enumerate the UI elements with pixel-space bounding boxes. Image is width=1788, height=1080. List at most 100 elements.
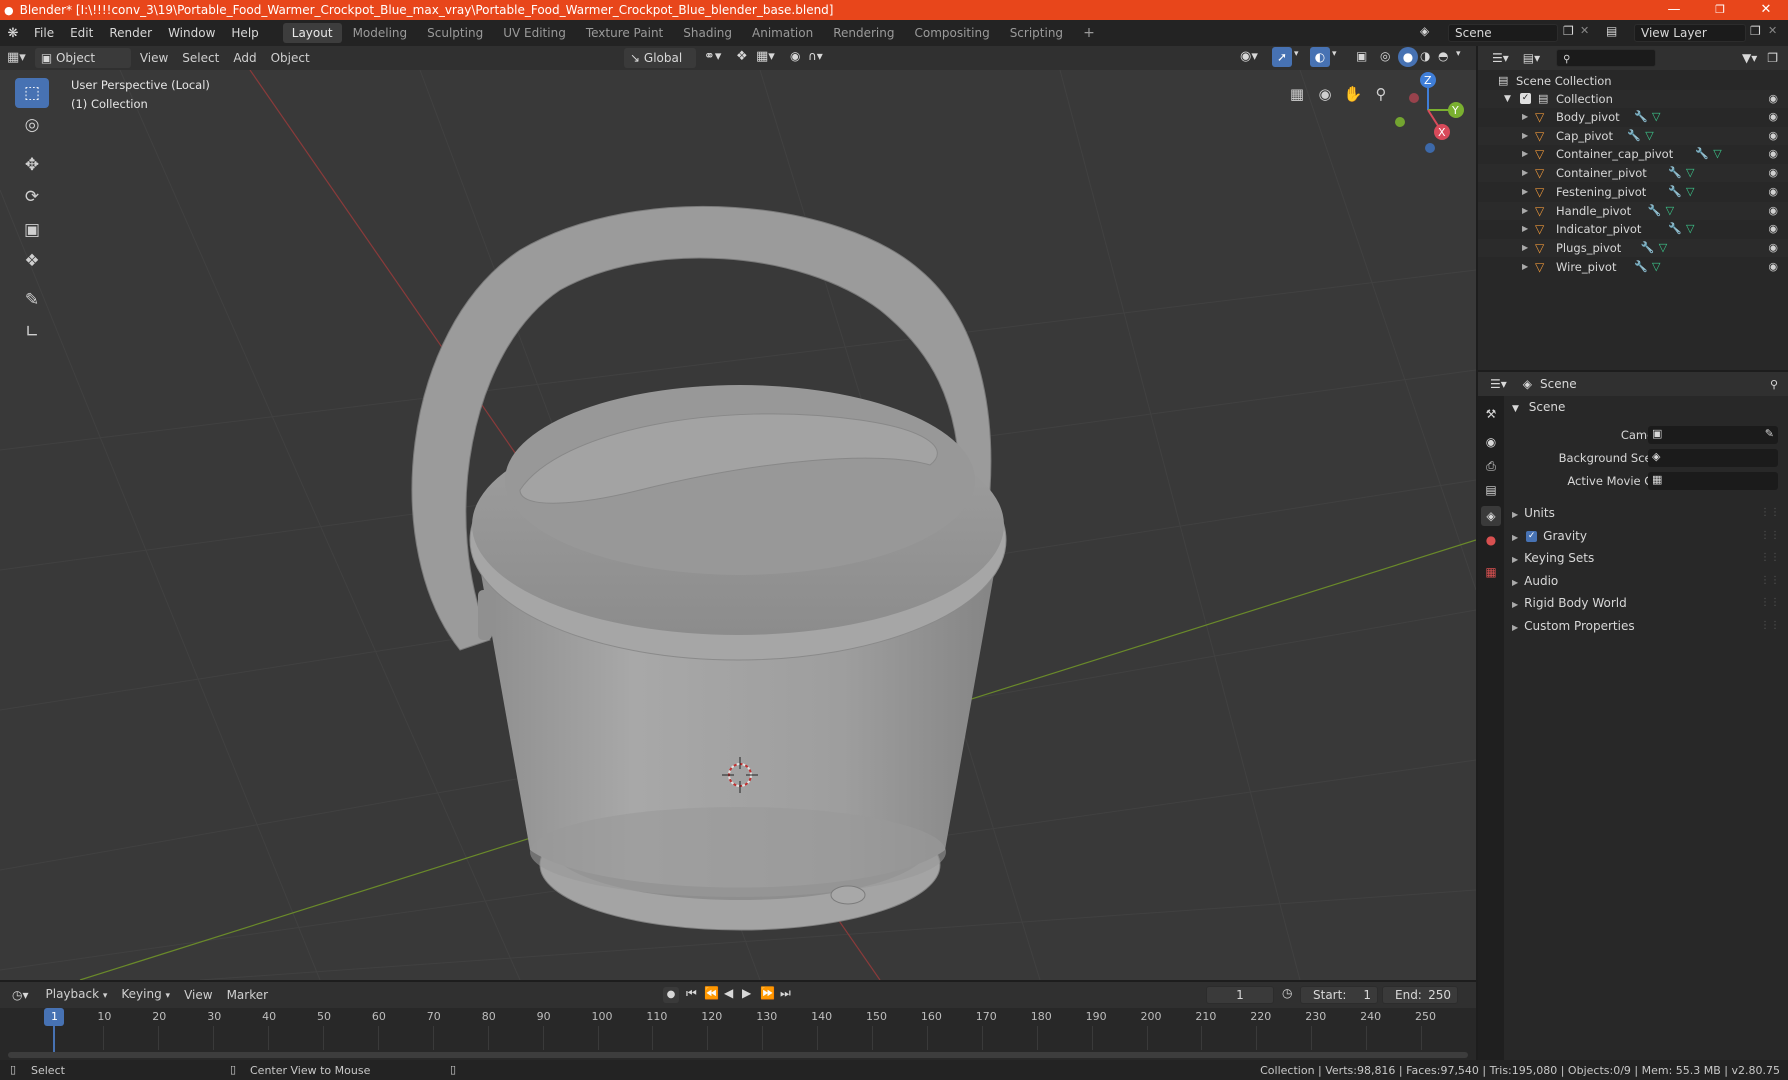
orientation-dropdown[interactable]: ↘ Global ▾ xyxy=(624,48,696,85)
subpanel-gravity[interactable]: ▶ ✓ Gravity ⋮⋮ xyxy=(1508,525,1784,547)
eye-icon[interactable]: ◉ xyxy=(1768,220,1778,238)
modifier-icon[interactable]: 🔧 xyxy=(1627,127,1641,145)
camera-view-icon[interactable]: ◉ xyxy=(1313,82,1337,106)
select-box-tool-icon[interactable]: ⬚ xyxy=(15,78,49,108)
new-scene-icon[interactable]: ❐ xyxy=(1563,24,1574,38)
delete-view-layer-icon[interactable]: ✕ xyxy=(1768,24,1777,37)
view-layer-icon[interactable]: ▤ xyxy=(1606,24,1617,38)
modifier-icon[interactable]: 🔧 xyxy=(1668,164,1682,182)
new-collection-icon[interactable]: ❐ xyxy=(1767,51,1778,65)
menu-select[interactable]: Select xyxy=(175,47,226,69)
rotate-tool-icon[interactable]: ⟳ xyxy=(15,182,49,212)
menu-marker[interactable]: Marker xyxy=(220,984,275,1006)
editor-type-icon[interactable]: ☰▾ xyxy=(1492,51,1509,65)
eye-icon[interactable]: ◉ xyxy=(1768,145,1778,163)
outliner-object-row[interactable]: ▶ ▽ Container_cap_pivot 🔧 ▽ ◉ xyxy=(1478,145,1788,163)
current-frame-field[interactable]: 1 xyxy=(1206,986,1274,1004)
play-reverse-icon[interactable]: ◀ xyxy=(724,986,733,1000)
expand-arrow-icon[interactable]: ▶ xyxy=(1522,202,1528,220)
menu-object[interactable]: Object xyxy=(264,47,317,69)
mesh-data-icon[interactable]: ▽ xyxy=(1645,127,1653,145)
proportional-edit-icon[interactable]: ◉ xyxy=(790,49,800,63)
next-keyframe-icon[interactable]: ⏩ xyxy=(760,986,775,1000)
outliner-object-row[interactable]: ▶ ▽ Body_pivot 🔧 ▽ ◉ xyxy=(1478,108,1788,126)
modifier-icon[interactable]: 🔧 xyxy=(1634,108,1648,126)
editor-type-icon[interactable]: ◷▾ xyxy=(12,988,29,1002)
tab-animation[interactable]: Animation xyxy=(743,23,822,43)
outliner-object-row[interactable]: ▶ ▽ Festening_pivot 🔧 ▽ ◉ xyxy=(1478,183,1788,201)
expand-arrow-icon[interactable]: ▶ xyxy=(1522,145,1528,163)
minimize-button[interactable]: — xyxy=(1654,0,1694,20)
xray-icon[interactable]: ▣ xyxy=(1356,49,1367,63)
eye-icon[interactable]: ◉ xyxy=(1768,90,1778,108)
tab-layout[interactable]: Layout xyxy=(282,23,342,43)
overlay-toggle-icon[interactable]: ◐ xyxy=(1310,47,1330,67)
tab-texture-paint[interactable]: Texture Paint xyxy=(577,23,672,43)
expand-arrow-icon[interactable]: ▶ xyxy=(1522,108,1528,126)
outliner-search-input[interactable]: ⚲ xyxy=(1556,49,1657,67)
drag-handle-icon[interactable]: ⋮⋮ xyxy=(1760,502,1780,524)
eye-icon[interactable]: ◉ xyxy=(1768,108,1778,126)
start-frame-field[interactable]: Start: 1 xyxy=(1300,986,1378,1004)
active-movie-clip-field[interactable]: ▦ xyxy=(1648,472,1778,490)
filter-icon[interactable]: ▼▾ xyxy=(1742,51,1757,65)
menu-help[interactable]: Help xyxy=(223,20,266,46)
jump-end-icon[interactable]: ⏭ xyxy=(780,986,791,1001)
restore-button[interactable]: ❐ xyxy=(1700,0,1740,20)
mesh-data-icon[interactable]: ▽ xyxy=(1713,145,1721,163)
view-layer-tab-icon[interactable]: ▤ xyxy=(1481,480,1501,500)
outliner-object-row[interactable]: ▶ ▽ Container_pivot 🔧 ▽ ◉ xyxy=(1478,164,1788,183)
gizmo-dropdown-icon[interactable]: ▾ xyxy=(1294,49,1299,59)
menu-add[interactable]: Add xyxy=(226,47,263,69)
mesh-data-icon[interactable]: ▽ xyxy=(1686,220,1694,238)
output-tab-icon[interactable]: ⎙ xyxy=(1481,456,1501,476)
timeline-scrollbar[interactable] xyxy=(8,1052,1468,1058)
pivot-point-icon[interactable]: ⚭▾ xyxy=(704,49,721,64)
scene-tab-icon[interactable]: ◈ xyxy=(1481,506,1501,526)
new-view-layer-icon[interactable]: ❐ xyxy=(1750,24,1761,38)
overlay-dropdown-icon[interactable]: ▾ xyxy=(1332,49,1337,59)
expand-arrow-icon[interactable]: ▶ xyxy=(1522,258,1528,276)
modifier-icon[interactable]: 🔧 xyxy=(1641,239,1655,257)
expand-arrow-icon[interactable]: ▶ xyxy=(1522,127,1528,145)
pin-icon[interactable]: ⚲ xyxy=(1770,378,1778,391)
annotate-tool-icon[interactable]: ✎ xyxy=(15,285,49,315)
menu-render[interactable]: Render xyxy=(101,20,160,46)
gizmo-toggle-icon[interactable]: ➚ xyxy=(1272,47,1292,67)
shading-dropdown-icon[interactable]: ▾ xyxy=(1456,49,1461,59)
display-mode-icon[interactable]: ▤▾ xyxy=(1523,51,1540,65)
record-button[interactable]: ● xyxy=(663,987,679,1003)
expand-arrow-icon[interactable]: ▶ xyxy=(1522,164,1528,182)
add-workspace-button[interactable]: + xyxy=(1074,23,1104,43)
solid-shading-icon[interactable]: ● xyxy=(1398,47,1418,67)
tab-shading[interactable]: Shading xyxy=(674,23,741,43)
scale-tool-icon[interactable]: ▣ xyxy=(15,215,49,245)
scene-selector-icon[interactable]: ◈ xyxy=(1420,24,1429,38)
camera-field[interactable]: ▣ ✎ xyxy=(1648,426,1778,444)
modifier-icon[interactable]: 🔧 xyxy=(1668,220,1682,238)
outliner-object-row[interactable]: ▶ ▽ Plugs_pivot 🔧 ▽ ◉ xyxy=(1478,238,1788,257)
editor-type-icon[interactable]: ☰▾ xyxy=(1490,377,1507,391)
eye-icon[interactable]: ◉ xyxy=(1768,127,1778,145)
eye-icon[interactable]: ◉ xyxy=(1768,202,1778,220)
cursor-tool-icon[interactable]: ◎ xyxy=(15,110,49,140)
timeline-ruler[interactable]: 1 10 20 30 40 50 60 70 80 90 100 110 120 130 140 150 160… xyxy=(0,1008,1476,1060)
eye-icon[interactable]: ◉ xyxy=(1768,183,1778,201)
close-button[interactable]: ✕ xyxy=(1746,0,1786,20)
stopwatch-icon[interactable]: ◷ xyxy=(1282,986,1292,1000)
tab-rendering[interactable]: Rendering xyxy=(824,23,903,43)
outliner-scene-collection-row[interactable]: ▤ Scene Collection xyxy=(1478,72,1788,90)
menu-view[interactable]: View xyxy=(133,47,175,69)
wireframe-shading-icon[interactable]: ◎ xyxy=(1380,49,1390,63)
expand-arrow-icon[interactable]: ▶ xyxy=(1522,239,1528,257)
blender-menu-icon[interactable]: ❋ xyxy=(0,26,26,41)
mode-dropdown[interactable]: ▣ Object Mode ▾ xyxy=(34,48,131,85)
outliner-object-row[interactable]: ▶ ▽ Handle_pivot 🔧 ▽ ◉ xyxy=(1478,201,1788,220)
eye-icon[interactable]: ◉ xyxy=(1768,164,1778,182)
subpanel-units[interactable]: ▶ Units ⋮⋮ xyxy=(1508,502,1784,524)
snap-icon[interactable]: ❖ xyxy=(736,49,748,64)
scene-name-field[interactable]: Scene xyxy=(1448,24,1558,42)
tab-modeling[interactable]: Modeling xyxy=(344,23,417,43)
render-tab-icon[interactable]: ◉ xyxy=(1481,432,1501,452)
prev-keyframe-icon[interactable]: ⏪ xyxy=(704,986,719,1000)
